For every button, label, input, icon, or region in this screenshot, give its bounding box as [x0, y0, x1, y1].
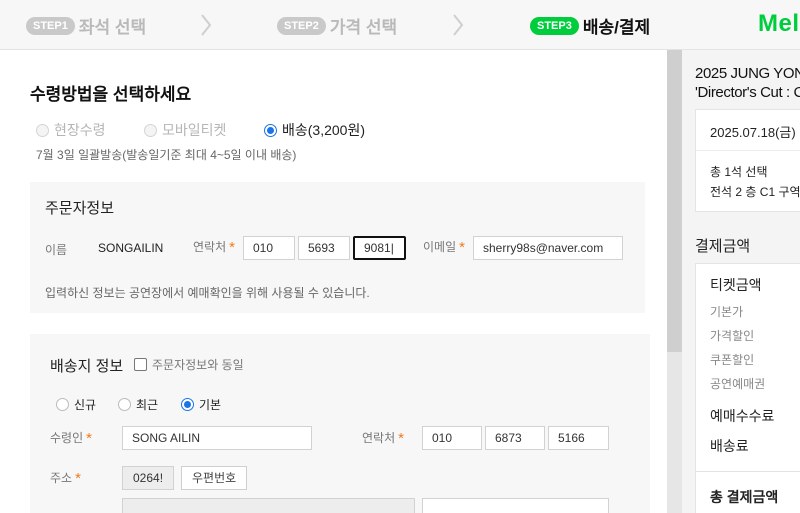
- step-bar: STEP1 좌석 선택 STEP2 가격 선택 STEP3 배송/결제 Mel: [0, 0, 800, 50]
- address-detail-input[interactable]: [422, 498, 609, 513]
- address-type-label: 기본: [199, 398, 222, 412]
- same-as-orderer-checkbox[interactable]: 주문자정보와 동일: [134, 356, 244, 373]
- step-3-label: 배송/결제: [582, 18, 651, 37]
- receiver-label: 수령인 *: [50, 429, 92, 447]
- performance-title: 2025 JUNG YON 'Director's Cut : C: [695, 64, 800, 102]
- required-mark: *: [459, 239, 465, 256]
- email-label: 이메일 *: [423, 238, 465, 256]
- step-2: STEP2 가격 선택: [277, 13, 397, 38]
- shipping-phone-2-input[interactable]: 6873: [485, 426, 545, 450]
- seat-info: 전석 2 층 C1 구역: [710, 185, 800, 199]
- divider: [696, 150, 800, 151]
- name-value: SONGAILIN: [98, 241, 164, 255]
- radio-onsite: [36, 123, 49, 137]
- scrollbar-thumb[interactable]: [667, 50, 682, 352]
- step-2-badge: STEP2: [277, 16, 326, 35]
- radio-default[interactable]: [181, 398, 194, 411]
- booking-fee-label: 예매수수료: [710, 408, 775, 424]
- orderer-phone-1-input[interactable]: 010: [243, 236, 295, 260]
- shipping-phone-label-text: 연락처: [362, 431, 396, 445]
- step-1-badge: STEP1: [26, 16, 75, 35]
- required-mark: *: [229, 239, 235, 256]
- receiver-input[interactable]: SONG AILIN: [122, 426, 312, 450]
- address-type-label: 최근: [136, 398, 159, 412]
- price-discount-label: 가격할인: [710, 329, 755, 343]
- address-input[interactable]: [122, 498, 415, 513]
- receiver-label-text: 수령인: [50, 431, 84, 445]
- voucher-label: 공연예매권: [710, 377, 766, 391]
- total-payment-label: 총 결제금액: [710, 489, 779, 505]
- address-label-text: 주소: [50, 471, 73, 485]
- email-label-text: 이메일: [423, 240, 457, 254]
- delivery-option-shipping[interactable]: 배송(3,200원): [264, 120, 365, 140]
- radio-recent[interactable]: [118, 398, 131, 411]
- payment-amount-title: 결제금액: [695, 238, 751, 255]
- chevron-right-icon: [453, 14, 464, 36]
- required-mark: *: [86, 430, 92, 447]
- step-1-label: 좌석 선택: [78, 18, 147, 37]
- orderer-phone-3-input[interactable]: 9081|: [353, 236, 406, 260]
- performance-title-line-1: 2025 JUNG YON: [695, 65, 800, 82]
- name-label: 이름: [45, 243, 68, 257]
- orderer-phone-label-text: 연락처: [193, 240, 227, 254]
- delivery-method-title: 수령방법을 선택하세요: [30, 85, 192, 104]
- required-mark: *: [75, 470, 81, 487]
- delivery-option-label[interactable]: 배송(3,200원): [282, 120, 365, 140]
- shipping-info-title: 배송지 정보: [50, 358, 124, 375]
- divider: [696, 471, 800, 472]
- step-3-badge: STEP3: [530, 16, 579, 35]
- delivery-option-label: 모바일티켓: [162, 122, 227, 138]
- orderer-phone-label: 연락처 *: [193, 238, 235, 256]
- performance-title-line-2: 'Director's Cut : C: [695, 84, 800, 101]
- ticket-amount-label: 티켓금액: [710, 277, 762, 293]
- chevron-right-icon: [201, 14, 212, 36]
- step-2-label: 가격 선택: [329, 18, 398, 37]
- delivery-note: 7월 3일 일괄발송(발송일기준 최대 4~5일 이내 배송): [36, 148, 297, 162]
- same-as-orderer-label: 주문자정보와 동일: [152, 358, 244, 372]
- radio-new[interactable]: [56, 398, 69, 411]
- orderer-phone-2-input[interactable]: 5693: [298, 236, 350, 260]
- orderer-info-title: 주문자정보: [45, 200, 115, 217]
- zip-search-button[interactable]: 우편번호: [181, 466, 248, 490]
- zip-input[interactable]: 0264!: [122, 466, 174, 490]
- delivery-option-mobile: 모바일티켓: [144, 120, 226, 140]
- shipping-phone-1-input[interactable]: 010: [422, 426, 482, 450]
- shipping-fee-label: 배송료: [710, 438, 749, 454]
- radio-shipping[interactable]: [264, 123, 277, 137]
- checkbox-box[interactable]: [134, 358, 147, 371]
- brand-logo: Mel: [758, 10, 800, 37]
- required-mark: *: [398, 430, 404, 447]
- delivery-option-label: 현장수령: [54, 122, 106, 138]
- address-type-new[interactable]: 신규: [56, 396, 96, 413]
- seat-count: 총 1석 선택: [710, 165, 768, 179]
- step-3: STEP3 배송/결제: [530, 13, 650, 38]
- coupon-discount-label: 쿠폰할인: [710, 353, 755, 367]
- radio-mobile: [144, 123, 157, 137]
- address-type-default[interactable]: 기본: [181, 396, 221, 413]
- performance-date: 2025.07.18(금): [710, 125, 796, 140]
- orderer-info-notice: 입력하신 정보는 공연장에서 예매확인을 위해 사용될 수 있습니다.: [45, 286, 370, 300]
- shipping-phone-3-input[interactable]: 5166: [548, 426, 609, 450]
- address-label: 주소 *: [50, 469, 81, 487]
- base-price-label: 기본가: [710, 305, 744, 319]
- step-1: STEP1 좌석 선택: [26, 13, 146, 38]
- delivery-option-onsite: 현장수령: [36, 120, 106, 140]
- address-type-recent[interactable]: 최근: [118, 396, 158, 413]
- email-input[interactable]: sherry98s@naver.com: [473, 236, 623, 260]
- address-type-label: 신규: [74, 398, 97, 412]
- shipping-phone-label: 연락처 *: [362, 429, 404, 447]
